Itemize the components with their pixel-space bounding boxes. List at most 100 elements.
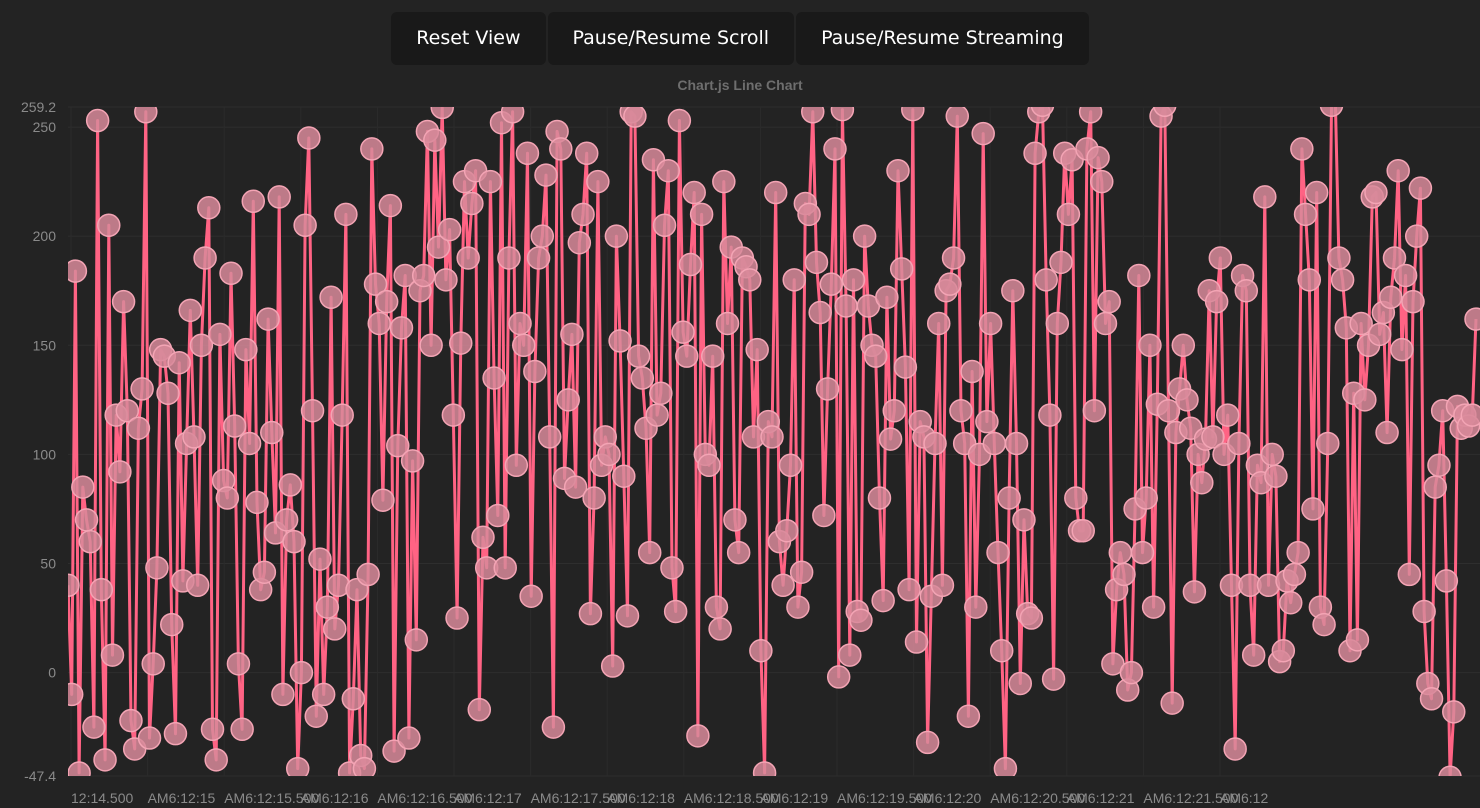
data-point[interactable]	[652, 213, 677, 238]
data-point[interactable]	[1293, 202, 1318, 227]
data-point[interactable]	[752, 761, 777, 784]
data-point[interactable]	[1008, 671, 1033, 696]
data-point[interactable]	[78, 529, 102, 554]
data-point[interactable]	[1408, 176, 1433, 200]
data-point[interactable]	[923, 431, 947, 456]
data-point[interactable]	[134, 101, 158, 124]
data-point[interactable]	[445, 606, 469, 630]
data-point[interactable]	[360, 137, 384, 161]
data-point[interactable]	[230, 717, 254, 742]
data-point[interactable]	[1045, 311, 1070, 336]
data-point[interactable]	[745, 337, 769, 362]
data-point[interactable]	[1134, 486, 1158, 510]
data-point[interactable]	[300, 398, 325, 423]
data-point[interactable]	[1297, 268, 1322, 292]
data-point[interactable]	[389, 316, 414, 340]
data-point[interactable]	[1141, 595, 1166, 619]
data-point[interactable]	[130, 377, 154, 401]
data-point[interactable]	[878, 427, 903, 451]
data-point[interactable]	[534, 163, 558, 187]
data-point[interactable]	[763, 180, 788, 205]
data-point[interactable]	[571, 202, 595, 227]
data-point[interactable]	[615, 604, 640, 628]
data-point[interactable]	[241, 189, 266, 214]
data-point[interactable]	[182, 425, 206, 449]
data-point[interactable]	[411, 263, 436, 288]
data-point[interactable]	[975, 409, 999, 434]
data-point[interactable]	[801, 101, 825, 124]
data-point[interactable]	[271, 682, 295, 707]
data-point[interactable]	[85, 108, 110, 133]
data-point[interactable]	[708, 617, 732, 641]
data-point[interactable]	[515, 141, 540, 166]
data-point[interactable]	[64, 259, 88, 283]
data-point[interactable]	[530, 224, 555, 248]
data-point[interactable]	[1404, 224, 1429, 248]
data-point[interactable]	[938, 272, 962, 296]
data-point[interactable]	[260, 420, 284, 445]
data-point[interactable]	[675, 344, 699, 368]
data-point[interactable]	[193, 246, 217, 270]
data-point[interactable]	[841, 268, 866, 292]
data-point[interactable]	[897, 577, 921, 602]
data-point[interactable]	[1316, 431, 1340, 456]
data-point[interactable]	[678, 252, 703, 277]
data-point[interactable]	[256, 307, 280, 331]
data-point[interactable]	[1001, 278, 1025, 303]
data-point[interactable]	[441, 403, 466, 427]
data-point[interactable]	[671, 320, 695, 344]
data-point[interactable]	[875, 285, 899, 310]
data-point[interactable]	[1345, 628, 1370, 652]
data-point[interactable]	[834, 294, 858, 318]
data-point[interactable]	[1319, 94, 1344, 118]
data-point[interactable]	[97, 213, 121, 238]
data-point[interactable]	[852, 224, 877, 248]
data-point[interactable]	[560, 322, 584, 347]
data-point[interactable]	[749, 639, 773, 663]
data-point[interactable]	[282, 529, 306, 554]
data-point[interactable]	[1327, 246, 1351, 270]
data-point[interactable]	[163, 721, 188, 746]
data-point[interactable]	[1034, 268, 1058, 292]
data-point[interactable]	[889, 257, 914, 281]
data-point[interactable]	[308, 547, 332, 571]
data-point[interactable]	[1260, 442, 1284, 467]
data-point[interactable]	[1390, 337, 1414, 362]
data-point[interactable]	[71, 475, 95, 499]
data-point[interactable]	[1030, 94, 1055, 118]
data-point[interactable]	[397, 726, 421, 750]
data-point[interactable]	[574, 141, 599, 166]
data-point[interactable]	[1412, 599, 1436, 624]
data-point[interactable]	[341, 687, 366, 711]
data-point[interactable]	[1171, 333, 1196, 358]
data-point[interactable]	[723, 508, 747, 532]
data-point[interactable]	[215, 486, 240, 510]
data-point[interactable]	[1290, 137, 1314, 161]
data-point[interactable]	[582, 486, 606, 510]
data-point[interactable]	[867, 486, 892, 510]
data-point[interactable]	[456, 246, 480, 270]
data-point[interactable]	[1286, 540, 1310, 565]
data-point[interactable]	[541, 715, 566, 739]
data-point[interactable]	[789, 560, 814, 584]
data-point[interactable]	[738, 268, 762, 292]
data-point[interactable]	[1434, 569, 1459, 593]
data-point[interactable]	[330, 403, 354, 427]
data-point[interactable]	[1301, 497, 1325, 521]
data-point[interactable]	[1112, 562, 1136, 587]
data-point[interactable]	[1108, 540, 1133, 565]
data-point[interactable]	[108, 460, 132, 484]
data-point[interactable]	[374, 289, 399, 314]
data-point[interactable]	[1138, 333, 1162, 358]
data-point[interactable]	[978, 311, 1003, 336]
data-point[interactable]	[1282, 562, 1307, 587]
data-point[interactable]	[1119, 660, 1144, 685]
data-point[interactable]	[145, 556, 169, 580]
data-point[interactable]	[1223, 737, 1247, 761]
data-point[interactable]	[467, 697, 492, 722]
data-point[interactable]	[252, 560, 277, 584]
data-point[interactable]	[1160, 691, 1184, 715]
data-point[interactable]	[656, 158, 681, 183]
data-point[interactable]	[119, 708, 143, 733]
data-point[interactable]	[323, 617, 347, 641]
